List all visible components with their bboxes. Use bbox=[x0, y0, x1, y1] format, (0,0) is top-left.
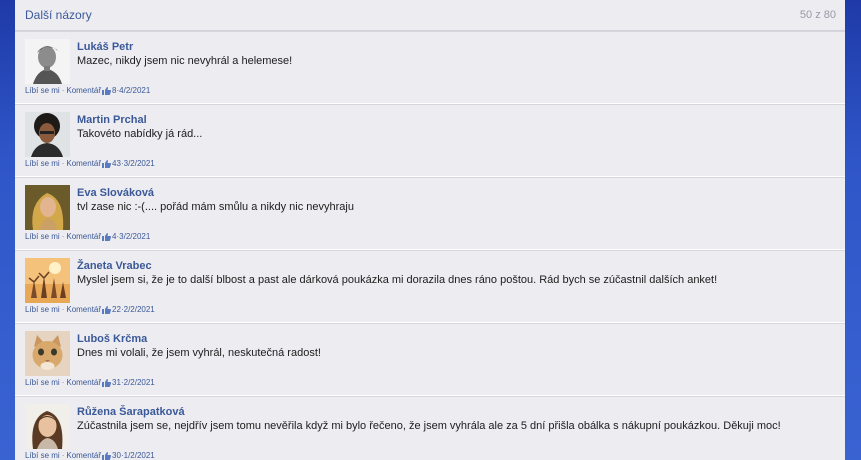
comment-link[interactable]: Komentář bbox=[66, 159, 101, 168]
comment-text: Takovéto nabídky já rád... bbox=[77, 128, 203, 140]
like-count: 31 bbox=[112, 378, 121, 387]
comment-author[interactable]: Růžena Šarapatková bbox=[77, 406, 185, 418]
comment-author[interactable]: Žaneta Vrabec bbox=[77, 260, 152, 272]
comment-text: tvl zase nic :-(.... pořád mám smůlu a n… bbox=[77, 201, 354, 213]
separator-dot: · bbox=[61, 305, 65, 314]
comment-item: Žaneta Vrabec Myslel jsem si, že je to d… bbox=[15, 250, 845, 323]
avatar[interactable] bbox=[25, 39, 70, 84]
comment-item: Eva Slováková tvl zase nic :-(.... pořád… bbox=[15, 177, 845, 250]
comment-date: ·2/2/2021 bbox=[120, 305, 155, 314]
separator-dot: · bbox=[61, 378, 65, 387]
avatar[interactable] bbox=[25, 331, 70, 376]
comment-text: Dnes mi volali, že jsem vyhrál, neskuteč… bbox=[77, 347, 321, 359]
like-count: 43 bbox=[112, 159, 121, 168]
comment-date: ·3/2/2021 bbox=[120, 159, 155, 168]
comment-link[interactable]: Komentář bbox=[66, 451, 101, 460]
separator-dot: · bbox=[61, 451, 65, 460]
separator-dot: · bbox=[61, 86, 65, 95]
like-link[interactable]: Líbí se mi bbox=[25, 378, 60, 387]
comment-author[interactable]: Eva Slováková bbox=[77, 187, 154, 199]
man-portrait-bw-icon bbox=[25, 39, 70, 84]
avatar[interactable] bbox=[25, 258, 70, 303]
comment-meta: Líbí se mi · Komentář 30 ·1/2/2021 bbox=[25, 451, 155, 460]
cat-icon bbox=[25, 331, 70, 376]
comment-item: Růžena Šarapatková Zúčastnila jsem se, n… bbox=[15, 396, 845, 460]
like-link[interactable]: Líbí se mi bbox=[25, 232, 60, 241]
comment-link[interactable]: Komentář bbox=[66, 305, 101, 314]
like-count: 30 bbox=[112, 451, 121, 460]
thumbs-up-icon bbox=[102, 86, 112, 95]
comment-date: ·2/2/2021 bbox=[120, 378, 155, 387]
comment-item: Luboš Krčma Dnes mi volali, že jsem vyhr… bbox=[15, 323, 845, 396]
like-count: 22 bbox=[112, 305, 121, 314]
comments-panel: Další názory 50 z 80 Lukáš Petr Mazec, n… bbox=[15, 0, 845, 460]
like-link[interactable]: Líbí se mi bbox=[25, 451, 60, 460]
comment-author[interactable]: Lukáš Petr bbox=[77, 41, 133, 53]
woman-brown-hair-icon bbox=[25, 404, 70, 449]
comment-meta: Líbí se mi · Komentář 43 ·3/2/2021 bbox=[25, 159, 155, 168]
separator-dot: · bbox=[61, 159, 65, 168]
comment-date: ·3/2/2021 bbox=[116, 232, 151, 241]
comment-link[interactable]: Komentář bbox=[66, 378, 101, 387]
man-curly-hair-icon bbox=[25, 112, 70, 157]
beach-people-icon bbox=[25, 258, 70, 303]
separator-dot: · bbox=[61, 232, 65, 241]
comment-meta: Líbí se mi · Komentář 4 ·3/2/2021 bbox=[25, 232, 150, 241]
comments-header: Další názory 50 z 80 bbox=[15, 0, 845, 31]
comment-meta: Líbí se mi · Komentář 22 ·2/2/2021 bbox=[25, 305, 155, 314]
avatar[interactable] bbox=[25, 404, 70, 449]
thumbs-up-icon bbox=[102, 305, 112, 314]
comment-item: Martin Prchal Takovéto nabídky já rád...… bbox=[15, 104, 845, 177]
comment-author[interactable]: Luboš Krčma bbox=[77, 333, 147, 345]
like-link[interactable]: Líbí se mi bbox=[25, 86, 60, 95]
comments-count: 50 z 80 bbox=[799, 9, 836, 21]
thumbs-up-icon bbox=[102, 451, 112, 460]
comment-item: Lukáš Petr Mazec, nikdy jsem nic nevyhrá… bbox=[15, 31, 845, 104]
thumbs-up-icon bbox=[102, 232, 112, 241]
comment-author[interactable]: Martin Prchal bbox=[77, 114, 147, 126]
thumbs-up-icon bbox=[102, 159, 112, 168]
comment-text: Myslel jsem si, že je to další blbost a … bbox=[77, 274, 718, 286]
avatar[interactable] bbox=[25, 112, 70, 157]
avatar[interactable] bbox=[25, 185, 70, 230]
thumbs-up-icon bbox=[102, 378, 112, 387]
woman-blonde-icon bbox=[25, 185, 70, 230]
comment-text: Zúčastnila jsem se, nejdřív jsem tomu ne… bbox=[77, 420, 781, 432]
comment-text: Mazec, nikdy jsem nic nevyhrál a helemes… bbox=[77, 55, 293, 67]
comments-title: Další názory bbox=[25, 8, 92, 22]
comment-link[interactable]: Komentář bbox=[66, 232, 101, 241]
comment-date: ·4/2/2021 bbox=[116, 86, 151, 95]
comment-meta: Líbí se mi · Komentář 31 ·2/2/2021 bbox=[25, 378, 155, 387]
comment-link[interactable]: Komentář bbox=[66, 86, 101, 95]
comment-date: ·1/2/2021 bbox=[120, 451, 155, 460]
comment-meta: Líbí se mi · Komentář 8 ·4/2/2021 bbox=[25, 86, 150, 95]
like-link[interactable]: Líbí se mi bbox=[25, 159, 60, 168]
like-link[interactable]: Líbí se mi bbox=[25, 305, 60, 314]
